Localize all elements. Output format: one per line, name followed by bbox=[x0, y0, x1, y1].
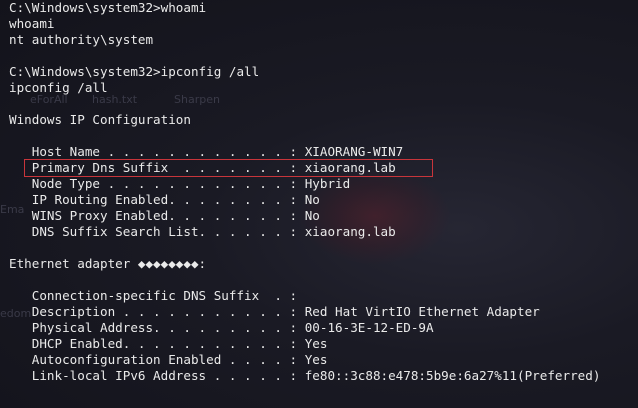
terminal-line: Host Name . . . . . . . . . . . . : XIAO… bbox=[9, 144, 404, 159]
terminal-line: whoami bbox=[9, 16, 55, 31]
terminal-line: IP Routing Enabled. . . . . . . . : No bbox=[9, 192, 320, 207]
terminal-line: Ethernet adapter ◆◆◆◆◆◆◆◆: bbox=[9, 256, 207, 271]
terminal-line: Node Type . . . . . . . . . . . . : Hybr… bbox=[9, 176, 351, 191]
terminal-line: Link-local IPv6 Address . . . . . : fe80… bbox=[9, 368, 601, 383]
terminal-line: Connection-specific DNS Suffix . : bbox=[9, 288, 298, 303]
terminal-line: nt authority\system bbox=[9, 32, 154, 47]
terminal-line: DNS Suffix Search List. . . . . . : xiao… bbox=[9, 224, 396, 239]
terminal-line: DHCP Enabled. . . . . . . . . . . : Yes bbox=[9, 336, 328, 351]
terminal-line: Physical Address. . . . . . . . . : 00-1… bbox=[9, 320, 434, 335]
terminal-output: C:\Windows\system32>whoami whoami nt autho… bbox=[9, 0, 600, 384]
terminal-line: Windows IP Configuration bbox=[9, 112, 191, 127]
terminal-window[interactable]: eForAll Ema edom hash.txt Sharpen C:\Win… bbox=[0, 0, 638, 408]
terminal-line: WINS Proxy Enabled. . . . . . . . : No bbox=[9, 208, 320, 223]
terminal-line: Autoconfiguration Enabled . . . . : Yes bbox=[9, 352, 328, 367]
terminal-line: ipconfig /all bbox=[9, 80, 108, 95]
highlight-annotation-box bbox=[24, 159, 433, 177]
terminal-line: C:\Windows\system32>ipconfig /all bbox=[9, 64, 260, 79]
terminal-line: C:\Windows\system32>whoami bbox=[9, 0, 207, 15]
terminal-line: Description . . . . . . . . . . . : Red … bbox=[9, 304, 540, 319]
